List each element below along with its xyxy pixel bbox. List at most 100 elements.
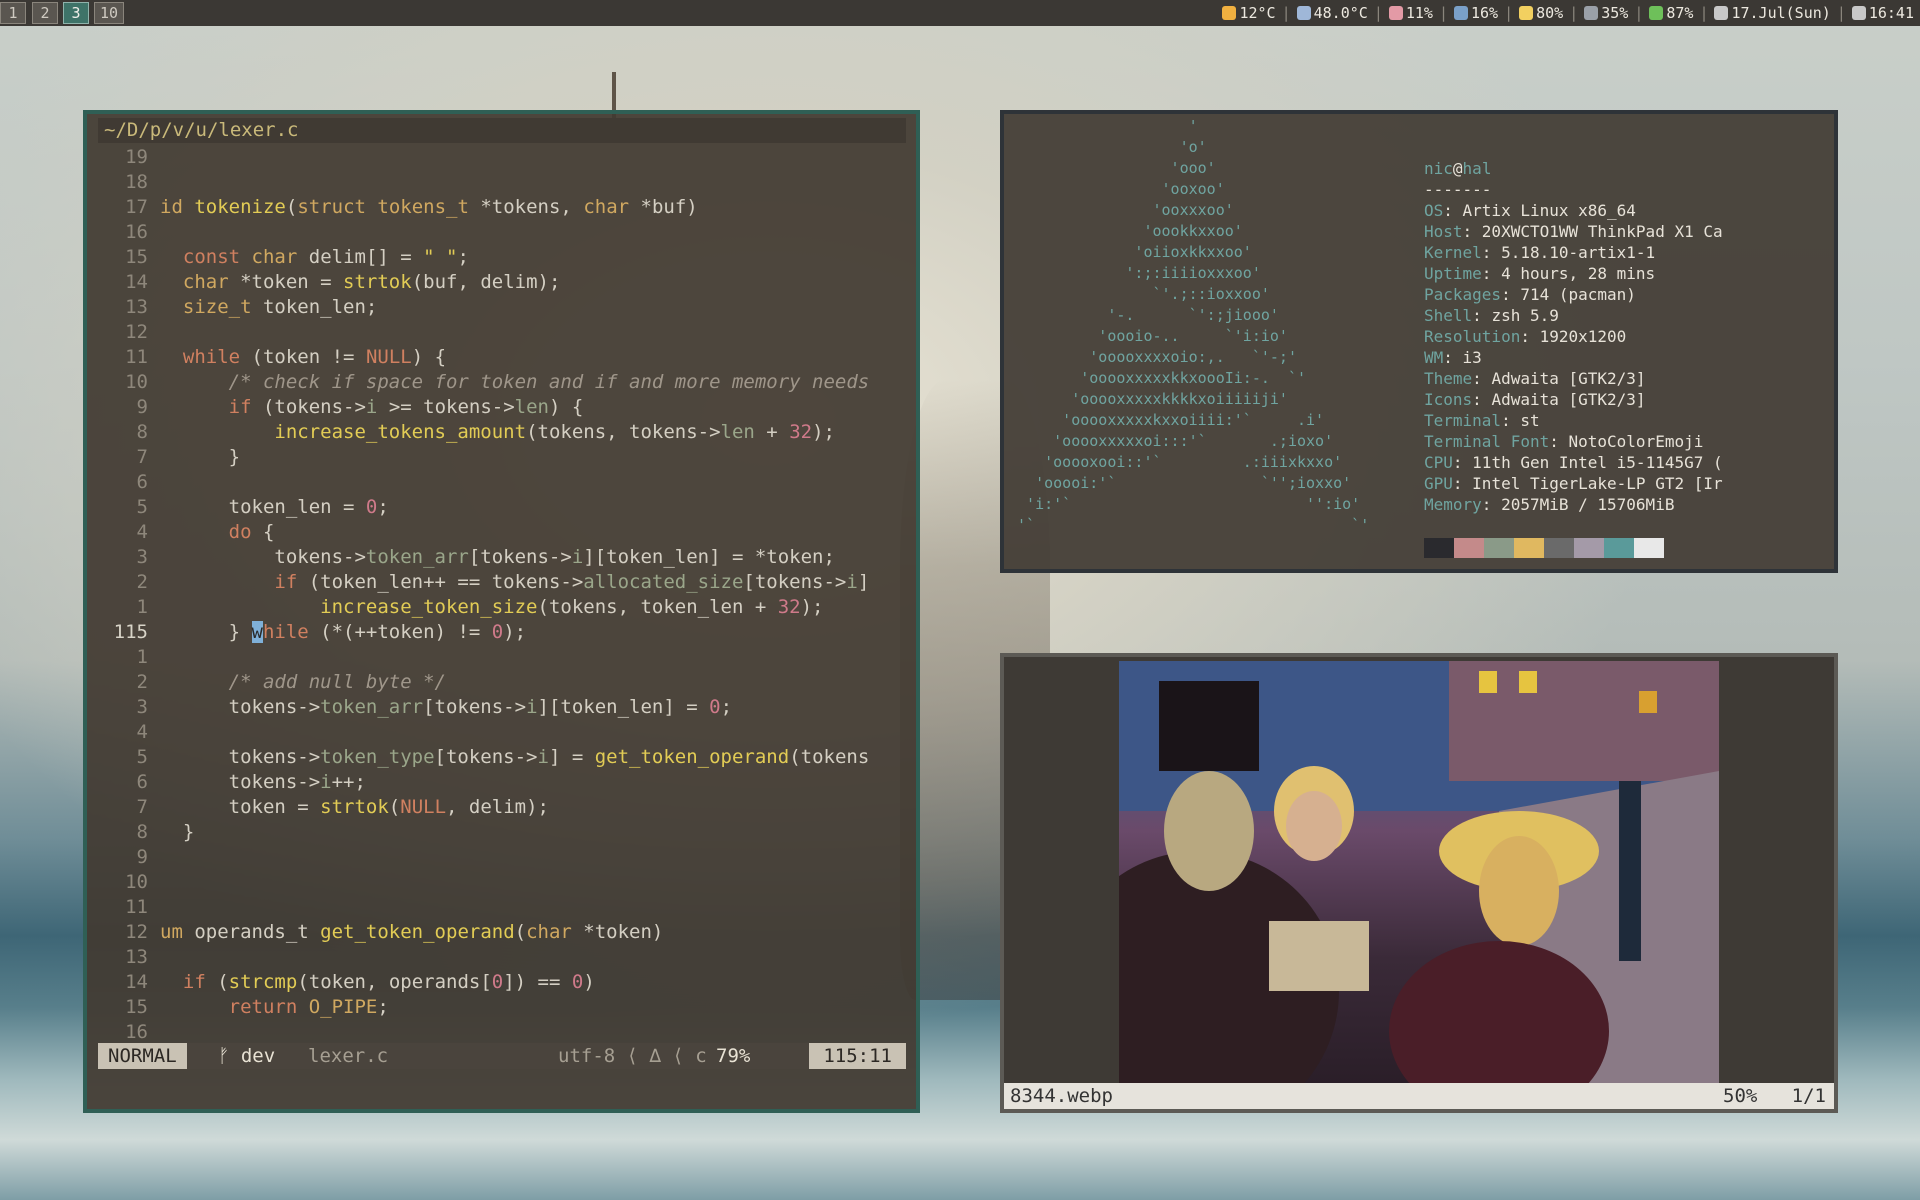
code-line: 3 tokens->token_arr[tokens->i][token_len…	[136, 696, 733, 718]
status-block[interactable]: 11%	[1388, 0, 1433, 26]
sun-icon	[1222, 6, 1237, 20]
status-separator: |	[1699, 4, 1709, 22]
info-row: Uptime: 4 hours, 28 mins	[1424, 264, 1656, 283]
info-row: Packages: 714 (pacman)	[1424, 285, 1636, 304]
file-encoding: utf-8 ⟨ ∆ ⟨ c	[558, 1045, 707, 1067]
code-line: 15 const char delim[] = " ";	[125, 246, 469, 268]
status-value: 48.0°C	[1313, 4, 1368, 22]
color-swatch	[1544, 538, 1574, 558]
floppy-icon	[1453, 6, 1468, 20]
munch-painting-image	[1119, 661, 1719, 1086]
code-line: 1	[136, 646, 148, 668]
zoom-and-index: 50% 1/1	[1723, 1083, 1826, 1109]
color-swatch	[1424, 538, 1454, 558]
code-editor[interactable]: 19 18 17 id tokenize(struct tokens_t *tok…	[98, 145, 908, 1155]
color-swatch	[1454, 538, 1484, 558]
status-block[interactable]: 80%	[1519, 0, 1563, 26]
viewer-statusbar: 8344.webp 50% 1/1	[1004, 1083, 1834, 1109]
battery-icon	[1649, 6, 1664, 20]
cursor-position: 115:11	[809, 1043, 906, 1069]
code-line-current: 115 } while (*(++token) != 0);	[113, 621, 527, 643]
workspace-10[interactable]: 10	[94, 2, 124, 24]
status-value: 87%	[1666, 4, 1694, 22]
status-block[interactable]: 87%	[1649, 0, 1693, 26]
painting-svg	[1119, 661, 1719, 1086]
code-line: 14 char *token = strtok(buf, delim);	[125, 271, 561, 293]
workspace-2[interactable]: 2	[32, 2, 58, 24]
code-line: 12 um operands_t get_token_operand(char *…	[125, 921, 664, 943]
code-line: 2 /* add null byte */	[136, 671, 446, 693]
status-blocks: 12°C | 48.0°C | 11% | 16% | 80% | 35% | 87% | 17.Jul(S…	[1222, 0, 1914, 26]
status-block[interactable]: 16%	[1453, 0, 1498, 26]
code-line: 9 if (tokens->i >= tokens->len) {	[136, 396, 584, 418]
status-block[interactable]: 35%	[1584, 0, 1628, 26]
code-line: 12	[125, 321, 148, 343]
color-swatch	[1514, 538, 1544, 558]
info-row: Host: 20XWCTO1WW ThinkPad X1 Ca	[1424, 222, 1723, 241]
code-line: 13	[125, 946, 148, 968]
status-value: 16:41	[1868, 4, 1914, 22]
bulb-icon	[1519, 6, 1534, 20]
image-viewer-window[interactable]: 8344.webp 50% 1/1	[1000, 653, 1838, 1113]
user-at-host: nic@hal	[1424, 159, 1492, 178]
status-value: 12°C	[1239, 4, 1276, 22]
info-row: Theme: Adwaita [GTK2/3]	[1424, 369, 1646, 388]
workspace-3[interactable]: 3	[63, 2, 89, 24]
system-info: nic@hal ------- OS: Artix Linux x86_64 Host…	[1424, 158, 1723, 515]
info-row: Shell: zsh 5.9	[1424, 306, 1559, 325]
code-line: 14 if (strcmp(token, operands[0]) == 0)	[125, 971, 595, 993]
status-separator: |	[1504, 4, 1514, 22]
separator-dashes: -------	[1424, 180, 1492, 199]
code-line: 10	[125, 871, 148, 893]
status-block[interactable]: 12°C	[1222, 0, 1276, 26]
color-palette	[1424, 538, 1664, 558]
laptop-icon	[1296, 6, 1311, 20]
status-separator: |	[1373, 4, 1383, 22]
zoom-level: 50%	[1723, 1085, 1758, 1107]
code-line: 15 return O_PIPE;	[125, 996, 389, 1018]
info-row: Terminal: st	[1424, 411, 1540, 430]
calendar-icon	[1714, 6, 1729, 20]
code-line: 19	[125, 146, 148, 168]
status-separator: |	[1569, 4, 1579, 22]
code-line: 11 while (token != NULL) {	[125, 346, 447, 368]
info-row: Terminal Font: NotoColorEmoji	[1424, 432, 1704, 451]
code-line: 6	[136, 471, 148, 493]
color-swatch	[1574, 538, 1604, 558]
vim-statusline: NORMAL ᚠ dev lexer.c utf-8 ⟨ ∆ ⟨ c 79% 1…	[98, 1043, 906, 1069]
code-line: 8 increase_tokens_amount(tokens, tokens-…	[136, 421, 835, 443]
code-line: 6 tokens->i++;	[136, 771, 366, 793]
scroll-percent: 79%	[716, 1045, 751, 1067]
code-line: 18	[125, 171, 148, 193]
status-value: 11%	[1405, 4, 1433, 22]
status-block[interactable]: 16:41	[1851, 0, 1914, 26]
info-row: OS: Artix Linux x86_64	[1424, 201, 1636, 220]
status-value: 35%	[1601, 4, 1629, 22]
code-line: 5 token_len = 0;	[136, 496, 389, 518]
code-line: 4 do {	[136, 521, 275, 543]
code-line: 16	[125, 1021, 148, 1043]
color-swatch	[1634, 538, 1664, 558]
status-block[interactable]: 17.Jul(Sun)	[1714, 0, 1831, 26]
info-row: Resolution: 1920x1200	[1424, 327, 1627, 346]
info-row: GPU: Intel TigerLake-LP GT2 [Ir	[1424, 474, 1723, 493]
statusline-filename: lexer.c	[308, 1045, 389, 1067]
code-line: 4	[136, 721, 148, 743]
status-block[interactable]: 48.0°C	[1296, 0, 1368, 26]
neofetch-terminal[interactable]: ' 'o' 'ooo' 'ooxoo' 'ooxxxoo' 'oookkxxoo…	[1000, 110, 1838, 573]
git-branch: ᚠ dev	[218, 1045, 276, 1067]
info-row: Kernel: 5.18.10-artix1-1	[1424, 243, 1656, 262]
brain-icon	[1388, 6, 1403, 20]
code-line: 8 }	[136, 821, 195, 843]
info-row: Memory: 2057MiB / 15706MiB	[1424, 495, 1675, 514]
code-line: 1 increase_token_size(tokens, token_len …	[136, 596, 824, 618]
status-separator: |	[1281, 4, 1291, 22]
code-line: 13 size_t token_len;	[125, 296, 378, 318]
color-swatch	[1484, 538, 1514, 558]
i3-bar: 1 2 3 10 12°C | 48.0°C | 11% | 16% | 80% | 35% | 87%…	[0, 0, 1920, 26]
color-swatch	[1604, 538, 1634, 558]
vim-window[interactable]: ~/D/p/v/u/lexer.c 19 18 17 id tokenize(st…	[83, 110, 920, 1113]
workspace-1[interactable]: 1	[0, 2, 26, 24]
info-row: WM: i3	[1424, 348, 1482, 367]
status-separator: |	[1836, 4, 1846, 22]
